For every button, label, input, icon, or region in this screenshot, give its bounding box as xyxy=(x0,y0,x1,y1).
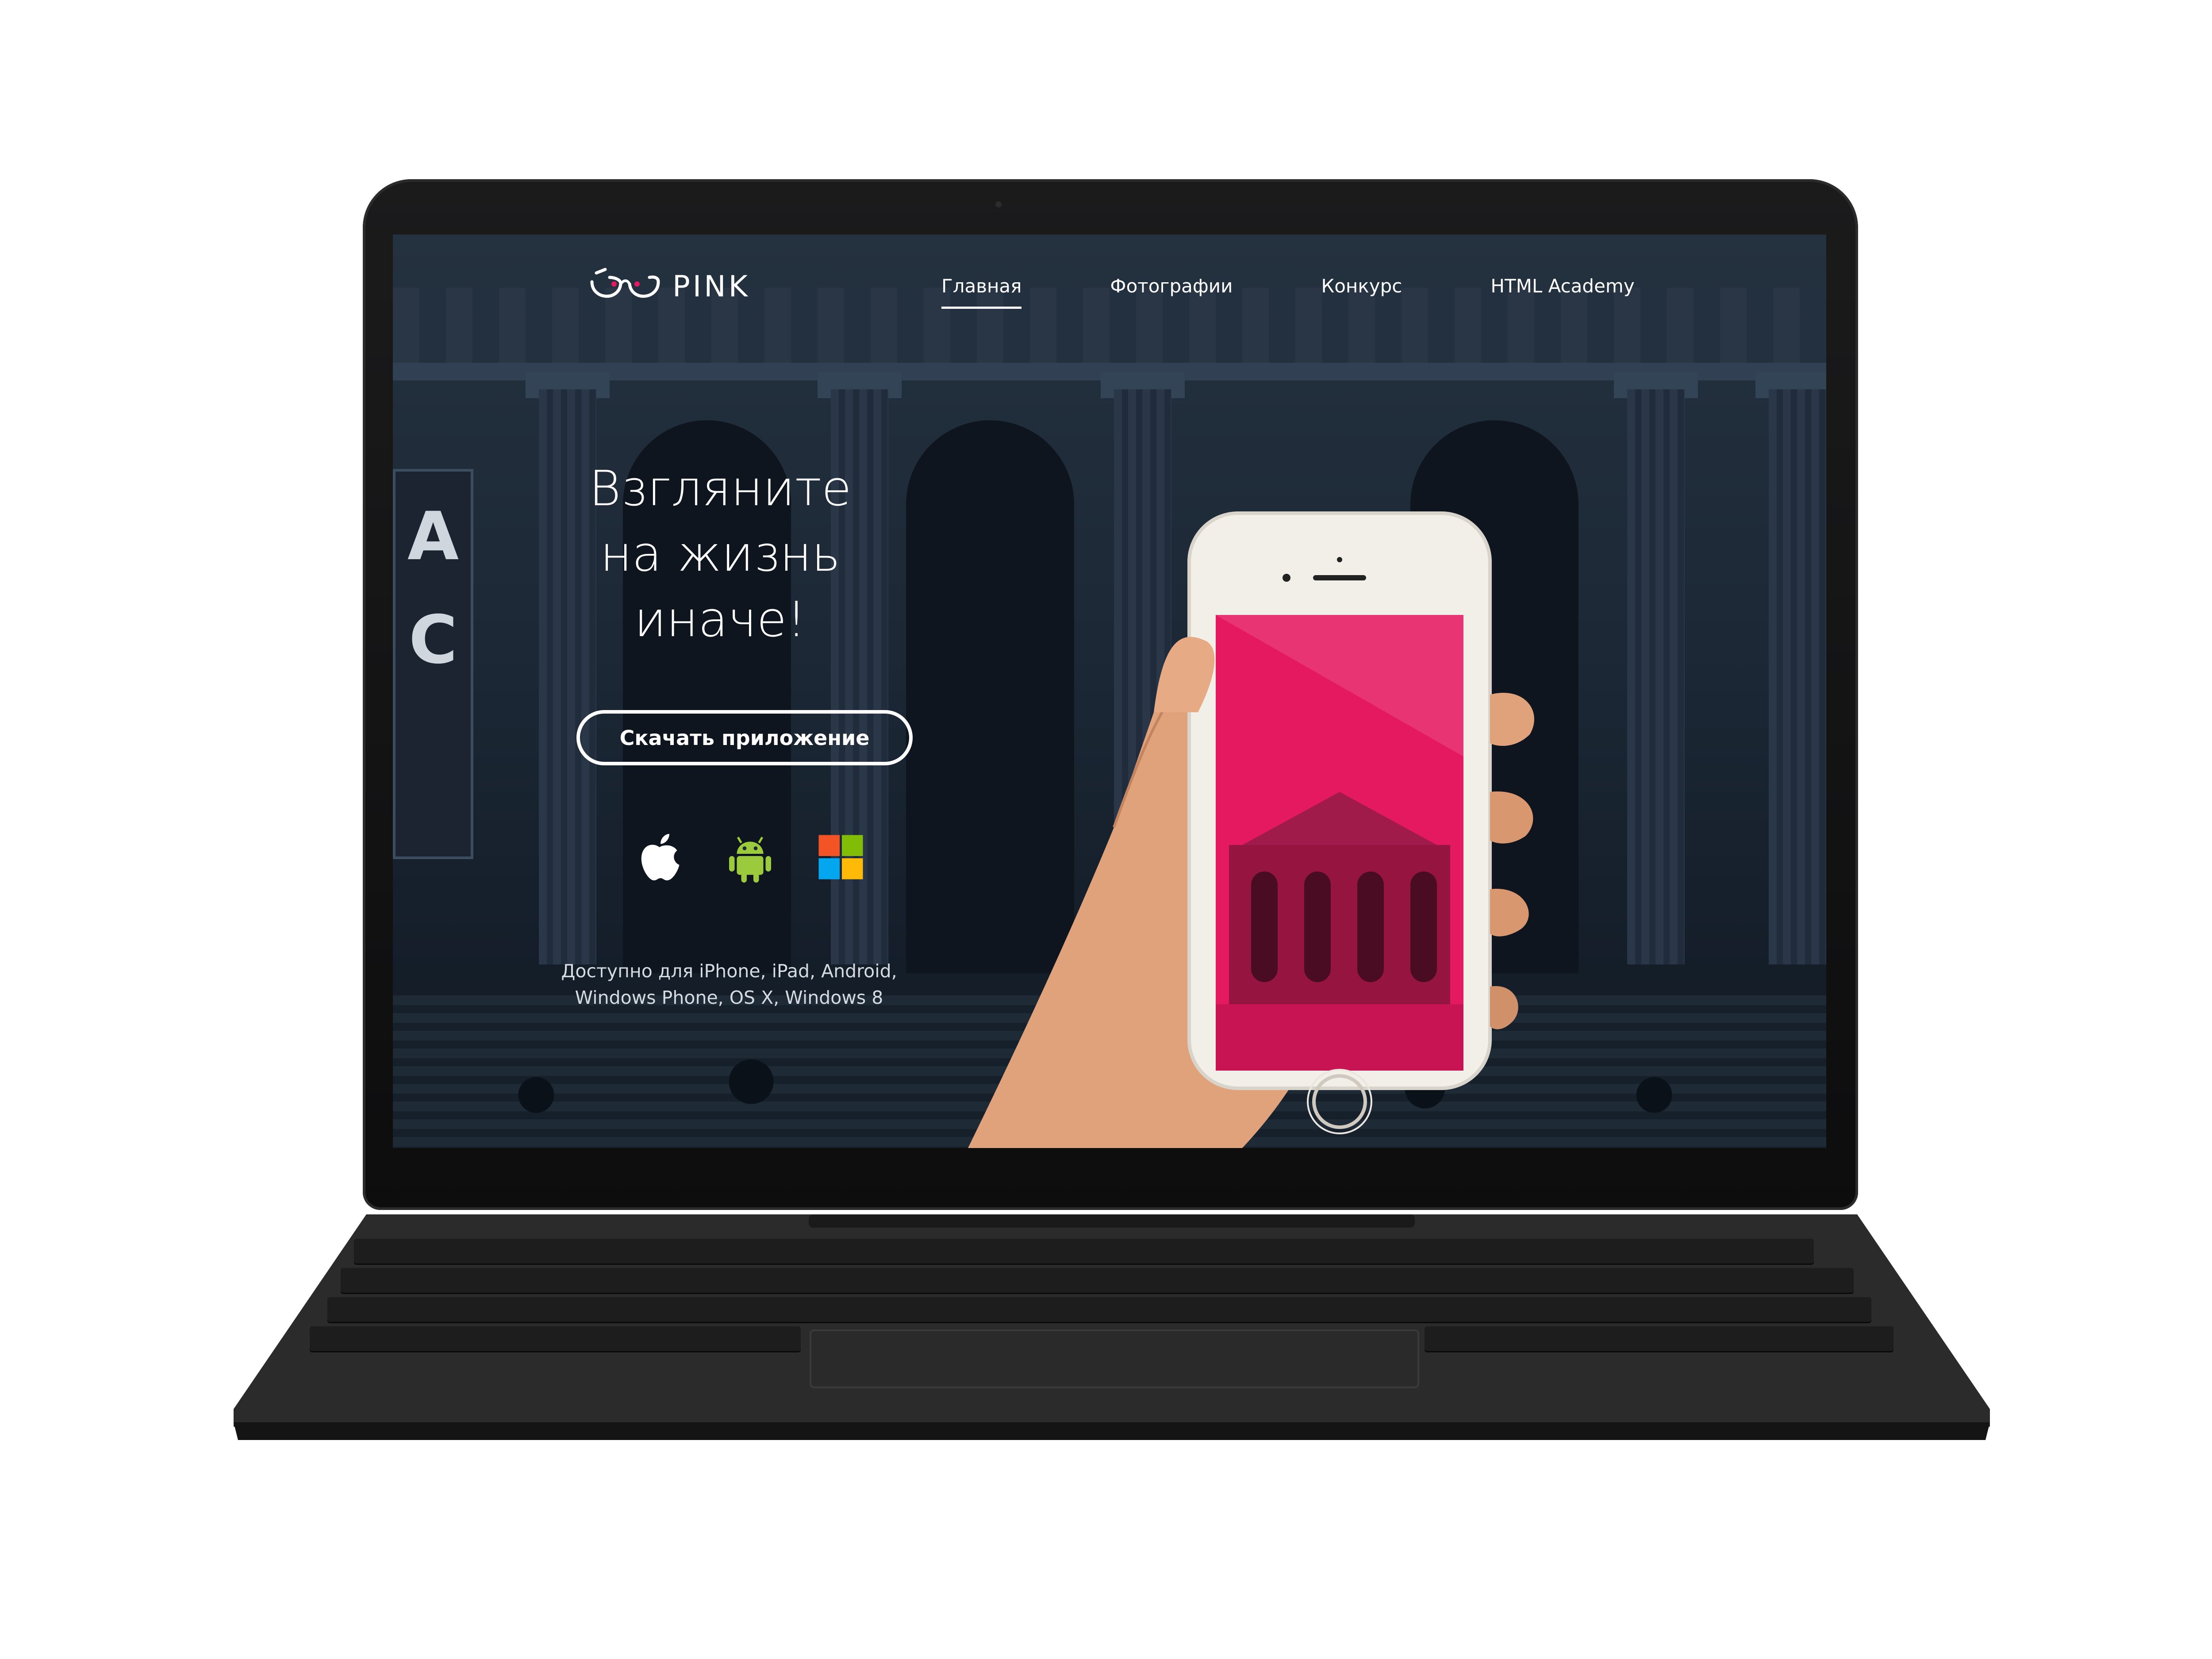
hero-title-line: иначе! xyxy=(634,591,806,648)
availability-line: Windows Phone, OS X, Windows 8 xyxy=(575,987,883,1008)
availability-text: Доступно для iPhone, iPad, Android, Wind… xyxy=(539,958,919,1011)
letter-key-row[interactable] xyxy=(327,1297,1871,1322)
nav-item-home[interactable]: Главная xyxy=(941,275,1022,309)
platform-icons xyxy=(632,830,868,885)
hero-title-line: Взгляните xyxy=(589,460,852,517)
logo[interactable]: PINK xyxy=(588,262,750,311)
availability-line: Доступно для iPhone, iPad, Android, xyxy=(561,960,897,982)
function-key-row[interactable] xyxy=(354,1239,1814,1263)
keyboard-row xyxy=(341,1268,1854,1293)
keyboard-row xyxy=(354,1239,1814,1263)
hand-holding-phone-image xyxy=(968,511,1534,1148)
windows-icon[interactable] xyxy=(813,830,868,885)
apple-icon[interactable] xyxy=(632,830,687,885)
hero-title: Взгляните на жизнь иначе! xyxy=(543,456,897,652)
download-app-button[interactable]: Скачать приложение xyxy=(576,710,913,765)
nav-item-contest[interactable]: Конкурс xyxy=(1321,275,1402,309)
letter-key-row[interactable] xyxy=(310,1326,801,1351)
keyboard-row xyxy=(327,1297,1871,1322)
keyboard-row xyxy=(1425,1326,1893,1351)
camera-icon xyxy=(995,201,1002,207)
website-screen: AC PINK Главная Фотографии Конкурс HTML … xyxy=(393,234,1826,1148)
logo-text: PINK xyxy=(672,269,750,303)
number-key-row[interactable] xyxy=(341,1268,1854,1293)
keyboard-row xyxy=(310,1326,801,1351)
main-navigation: Главная Фотографии Конкурс HTML Academy xyxy=(941,275,1723,309)
glasses-logo-icon xyxy=(590,268,660,298)
android-icon[interactable] xyxy=(722,830,778,885)
banner-sign: AC xyxy=(393,469,473,859)
trackpad[interactable] xyxy=(810,1329,1419,1388)
nav-item-html-academy[interactable]: HTML Academy xyxy=(1490,275,1634,309)
letter-key-row[interactable] xyxy=(1425,1326,1893,1351)
nav-item-photos[interactable]: Фотографии xyxy=(1110,275,1233,309)
hero-title-line: на жизнь xyxy=(600,526,841,582)
